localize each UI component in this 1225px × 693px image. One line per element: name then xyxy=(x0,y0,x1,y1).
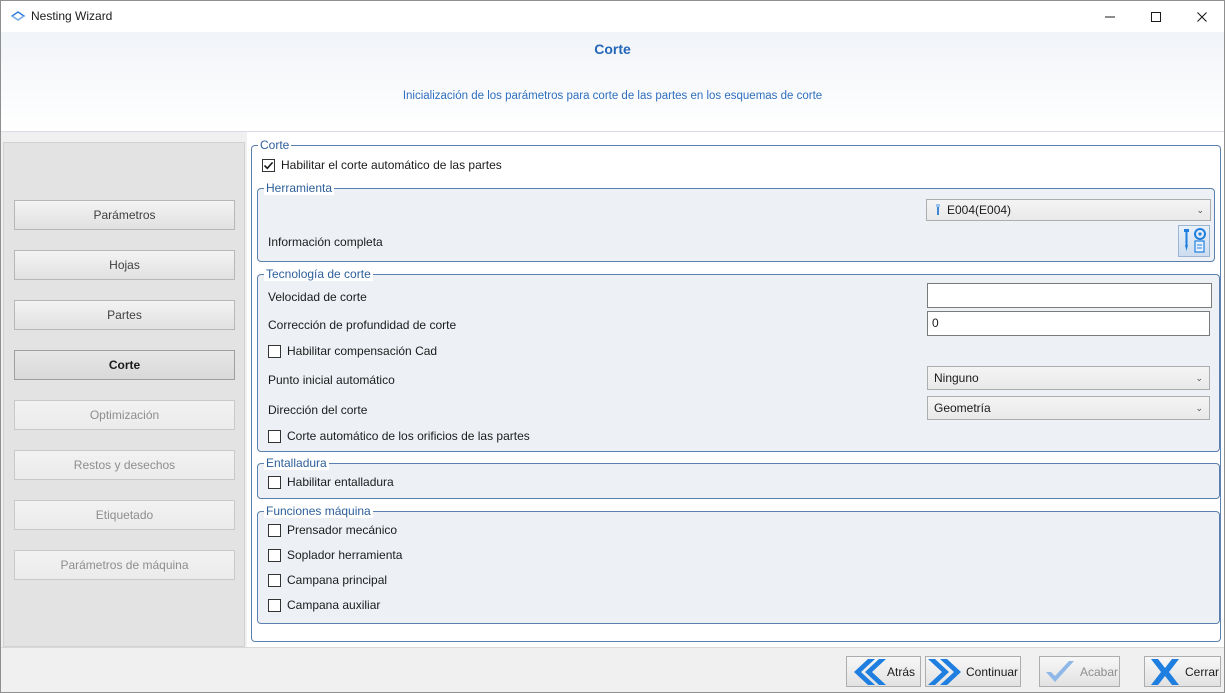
continue-label: Continuar xyxy=(966,664,1019,679)
back-button[interactable]: Atrás xyxy=(846,656,921,687)
maximize-button[interactable] xyxy=(1133,1,1179,32)
close-icon xyxy=(1197,11,1207,22)
chevron-down-icon: ⌄ xyxy=(1195,403,1203,413)
wizard-steps-panel: Parámetros Hojas Partes Corte Optimizaci… xyxy=(3,142,245,647)
depth-input[interactable]: 0 xyxy=(927,311,1210,336)
tecnologia-group: Tecnología de corte Velocidad de corte C… xyxy=(257,267,1220,452)
tool-icon xyxy=(936,204,940,215)
entalladura-label: Habilitar entalladura xyxy=(287,475,394,489)
wizard-header: Corte Inicialización de los parámetros p… xyxy=(1,32,1224,132)
wizard-footer: Atrás Continuar Acabar Cerrar xyxy=(1,647,1224,692)
chevron-down-icon: ⌄ xyxy=(1195,373,1203,383)
tecnologia-group-title: Tecnología de corte xyxy=(264,267,373,281)
settings-panel: Corte Habilitar el corte automático de l… xyxy=(247,132,1224,647)
campana-auxiliar-checkbox[interactable]: Campana auxiliar xyxy=(268,598,380,612)
cancel-button[interactable]: Cerrar xyxy=(1144,656,1221,687)
campana-principal-label: Campana principal xyxy=(287,573,388,587)
title-bar: Nesting Wizard xyxy=(1,1,1224,32)
corte-group-title: Corte xyxy=(258,138,292,152)
auto-cut-checkbox[interactable]: Habilitar el corte automático de las par… xyxy=(262,158,502,172)
speed-input[interactable] xyxy=(927,283,1212,308)
step-parametros[interactable]: Parámetros xyxy=(14,200,235,230)
entalladura-check-box[interactable] xyxy=(268,475,281,489)
soplador-checkbox[interactable]: Soplador herramienta xyxy=(268,548,402,562)
soplador-label: Soplador herramienta xyxy=(287,548,403,562)
campana-principal-checkbox[interactable]: Campana principal xyxy=(268,573,387,587)
auto-cut-label: Habilitar el corte automático de las par… xyxy=(281,158,502,172)
chevron-down-icon: ⌄ xyxy=(1196,205,1204,215)
funciones-group-title: Funciones máquina xyxy=(264,504,373,518)
window-title: Nesting Wizard xyxy=(31,9,113,23)
start-point-select[interactable]: Ninguno ⌄ xyxy=(927,366,1210,390)
entalladura-group: Entalladura Habilitar entalladura xyxy=(257,456,1220,499)
step-etiquetado: Etiquetado xyxy=(14,500,235,530)
double-left-arrow-icon xyxy=(847,657,887,686)
nesting-wizard-window: Nesting Wizard Corte Inicialización de l… xyxy=(0,0,1225,693)
prensador-checkbox[interactable]: Prensador mecánico xyxy=(268,523,397,537)
prensador-label: Prensador mecánico xyxy=(287,523,398,537)
holes-checkbox[interactable]: Corte automático de los orificios de las… xyxy=(268,429,530,443)
continue-button[interactable]: Continuar xyxy=(925,656,1021,687)
cad-comp-checkbox[interactable]: Habilitar compensación Cad xyxy=(268,344,437,358)
minimize-icon xyxy=(1105,16,1115,17)
prensador-check-box[interactable] xyxy=(268,523,281,537)
entalladura-checkbox[interactable]: Habilitar entalladura xyxy=(268,475,394,489)
close-window-button[interactable] xyxy=(1179,1,1225,32)
checkmark-icon xyxy=(263,161,274,169)
holes-check-box[interactable] xyxy=(268,429,281,443)
page-subtitle: Inicialización de los parámetros para co… xyxy=(402,90,823,102)
entalladura-group-title: Entalladura xyxy=(264,456,329,470)
cad-comp-label: Habilitar compensación Cad xyxy=(287,344,438,358)
maximize-icon xyxy=(1151,11,1161,22)
step-parametros-maquina: Parámetros de máquina xyxy=(14,550,235,580)
direction-value: Geometría xyxy=(934,401,991,415)
double-right-arrow-icon xyxy=(926,657,966,686)
tool-info-button[interactable] xyxy=(1178,225,1210,257)
finish-button: Acabar xyxy=(1039,656,1120,687)
auto-cut-check-box[interactable] xyxy=(262,158,275,172)
campana-principal-check-box[interactable] xyxy=(268,573,281,587)
soplador-check-box[interactable] xyxy=(268,548,281,562)
depth-label: Corrección de profundidad de corte xyxy=(268,318,457,332)
speed-label: Velocidad de corte xyxy=(268,290,367,304)
checkmark-icon xyxy=(1040,657,1080,686)
start-point-label: Punto inicial automático xyxy=(268,373,395,387)
minimize-button[interactable] xyxy=(1087,1,1133,32)
holes-label: Corte automático de los orificios de las… xyxy=(287,429,530,443)
start-point-value: Ninguno xyxy=(934,371,979,385)
x-close-icon xyxy=(1145,657,1185,686)
campana-auxiliar-check-box[interactable] xyxy=(268,598,281,612)
cad-comp-check-box[interactable] xyxy=(268,344,281,358)
campana-auxiliar-label: Campana auxiliar xyxy=(287,598,381,612)
app-icon xyxy=(10,9,26,25)
step-corte[interactable]: Corte xyxy=(14,350,235,380)
corte-group: Corte Habilitar el corte automático de l… xyxy=(251,138,1221,642)
close-label: Cerrar xyxy=(1185,664,1220,679)
info-label: Información completa xyxy=(268,235,383,249)
wizard-body: Parámetros Hojas Partes Corte Optimizaci… xyxy=(1,132,1224,647)
page-title: Corte xyxy=(594,41,631,57)
direction-label: Dirección del corte xyxy=(268,403,368,417)
finish-label: Acabar xyxy=(1080,664,1119,679)
tool-select-value: E004(E004) xyxy=(947,203,1012,217)
step-partes[interactable]: Partes xyxy=(14,300,235,330)
direction-select[interactable]: Geometría ⌄ xyxy=(927,396,1210,420)
tool-info-icon xyxy=(1184,228,1206,253)
tool-select[interactable]: E004(E004) ⌄ xyxy=(926,199,1211,221)
step-restos-desechos: Restos y desechos xyxy=(14,450,235,480)
step-optimizacion: Optimización xyxy=(14,400,235,430)
herramienta-group: Herramienta E004(E004) ⌄ Información com… xyxy=(257,181,1215,262)
funciones-group: Funciones máquina Prensador mecánico Sop… xyxy=(257,504,1220,624)
back-label: Atrás xyxy=(887,664,916,679)
herramienta-group-title: Herramienta xyxy=(264,181,335,195)
step-hojas[interactable]: Hojas xyxy=(14,250,235,280)
